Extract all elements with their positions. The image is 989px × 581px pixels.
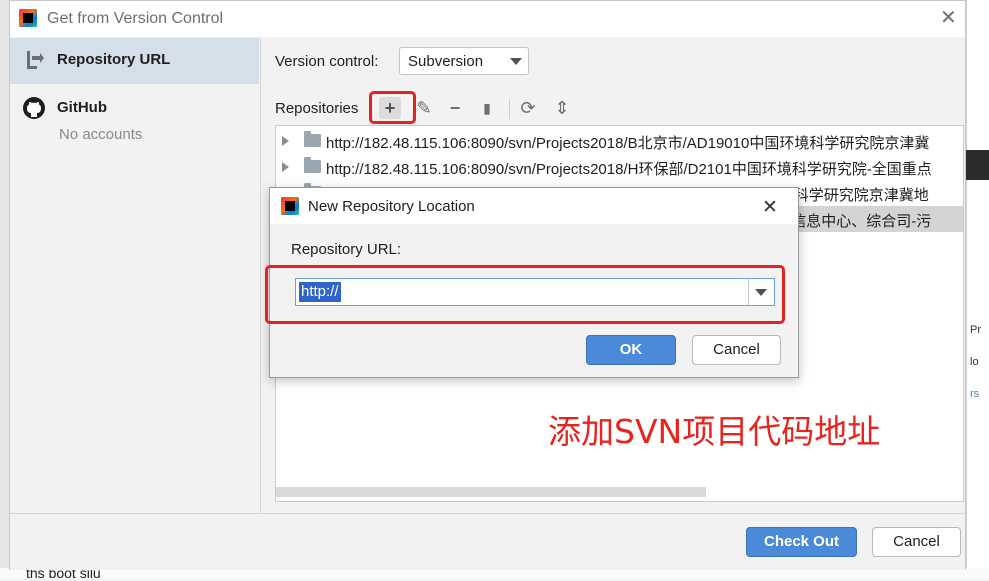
background-text: Pr — [970, 324, 981, 336]
version-control-select[interactable]: Subversion — [399, 47, 529, 75]
expand-arrow-icon[interactable] — [282, 162, 289, 172]
list-item[interactable]: http://182.48.115.106:8090/svn/Projects2… — [276, 128, 963, 154]
folder-icon — [304, 131, 321, 147]
list-item[interactable]: http://182.48.115.106:8090/svn/Projects2… — [276, 154, 963, 180]
close-icon[interactable]: ✕ — [762, 196, 778, 219]
refresh-icon[interactable]: ⟳ — [517, 97, 539, 119]
intellij-app-icon — [281, 197, 299, 215]
repository-url-label: Repository URL: — [291, 241, 402, 258]
highlight-box — [369, 91, 416, 124]
copy-icon[interactable]: ▮ — [476, 97, 498, 119]
repository-url: http://182.48.115.106:8090/svn/Projects2… — [326, 161, 932, 178]
version-control-value: Subversion — [408, 53, 484, 70]
sidebar-item-github[interactable]: GitHub — [57, 99, 107, 116]
ok-button[interactable]: OK — [586, 335, 676, 365]
dialog-title: Get from Version Control — [47, 10, 224, 27]
cancel-button[interactable]: Cancel — [872, 527, 961, 557]
vcs-arrow-icon — [27, 51, 44, 69]
edit-icon[interactable]: ✎ — [413, 97, 435, 119]
highlight-box — [265, 265, 785, 324]
nested-dialog-title: New Repository Location — [308, 198, 475, 215]
repository-url: http://182.48.115.106:8090/svn/Projects2… — [326, 135, 930, 152]
intellij-app-icon — [19, 9, 37, 27]
version-control-label: Version control: — [275, 53, 379, 70]
github-icon — [23, 97, 45, 119]
nested-cancel-button[interactable]: Cancel — [692, 335, 781, 365]
collapse-all-icon[interactable]: ⇕ — [551, 97, 573, 119]
expand-arrow-icon[interactable] — [282, 136, 289, 146]
background-text: lo — [970, 356, 979, 368]
checkout-button[interactable]: Check Out — [746, 527, 857, 557]
horizontal-scrollbar[interactable] — [276, 487, 706, 497]
chevron-down-icon — [510, 58, 522, 65]
github-accounts-status: No accounts — [59, 126, 143, 143]
toolbar-separator — [509, 99, 510, 119]
background-window-dark-block — [966, 150, 989, 180]
sidebar-item-label: Repository URL — [57, 51, 171, 68]
remove-icon[interactable]: − — [444, 97, 466, 119]
background-text: rs — [970, 388, 980, 400]
annotation-text: 添加SVN项目代码地址 — [548, 412, 881, 451]
repositories-label: Repositories — [275, 100, 359, 117]
sidebar — [10, 37, 261, 513]
background-window-right — [966, 0, 989, 579]
close-icon[interactable]: ✕ — [940, 8, 957, 28]
folder-icon — [304, 157, 321, 173]
